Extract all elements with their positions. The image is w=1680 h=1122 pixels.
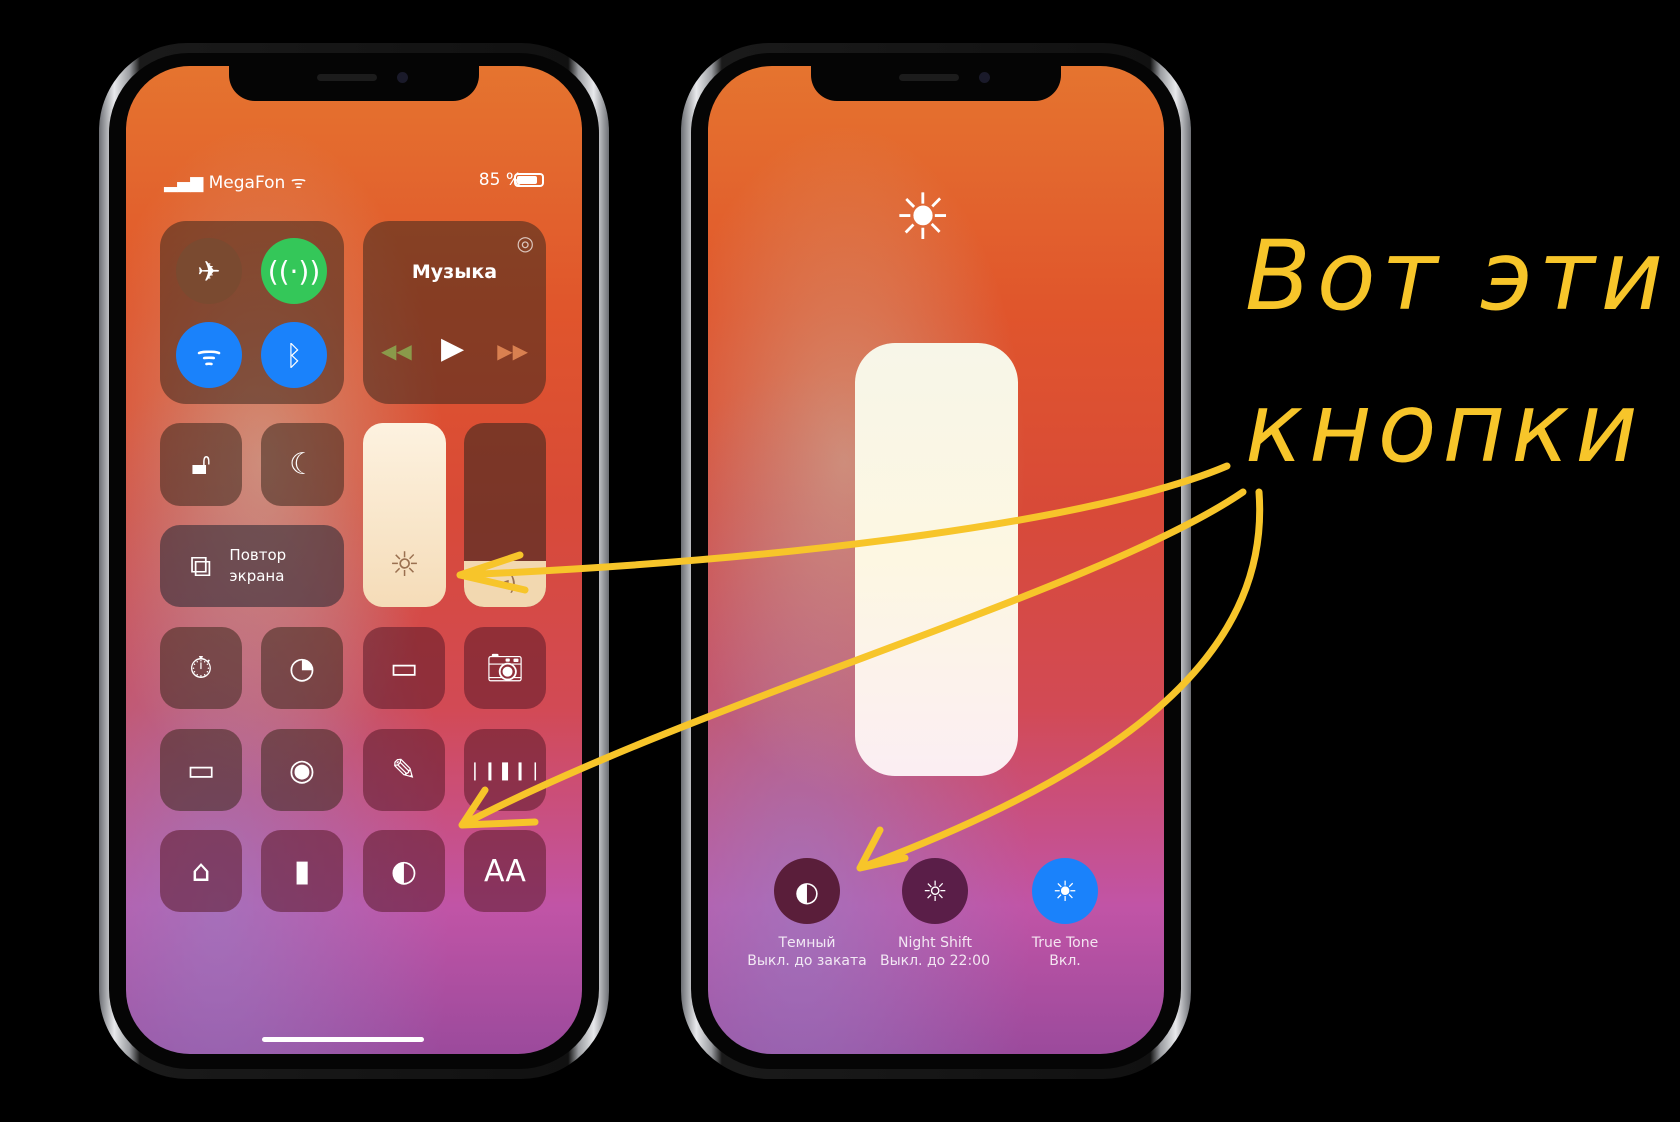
arrow-to-dark-mode-button — [856, 488, 1264, 872]
annotation-arrows — [456, 462, 1264, 872]
arrow-to-brightness — [456, 462, 1231, 594]
